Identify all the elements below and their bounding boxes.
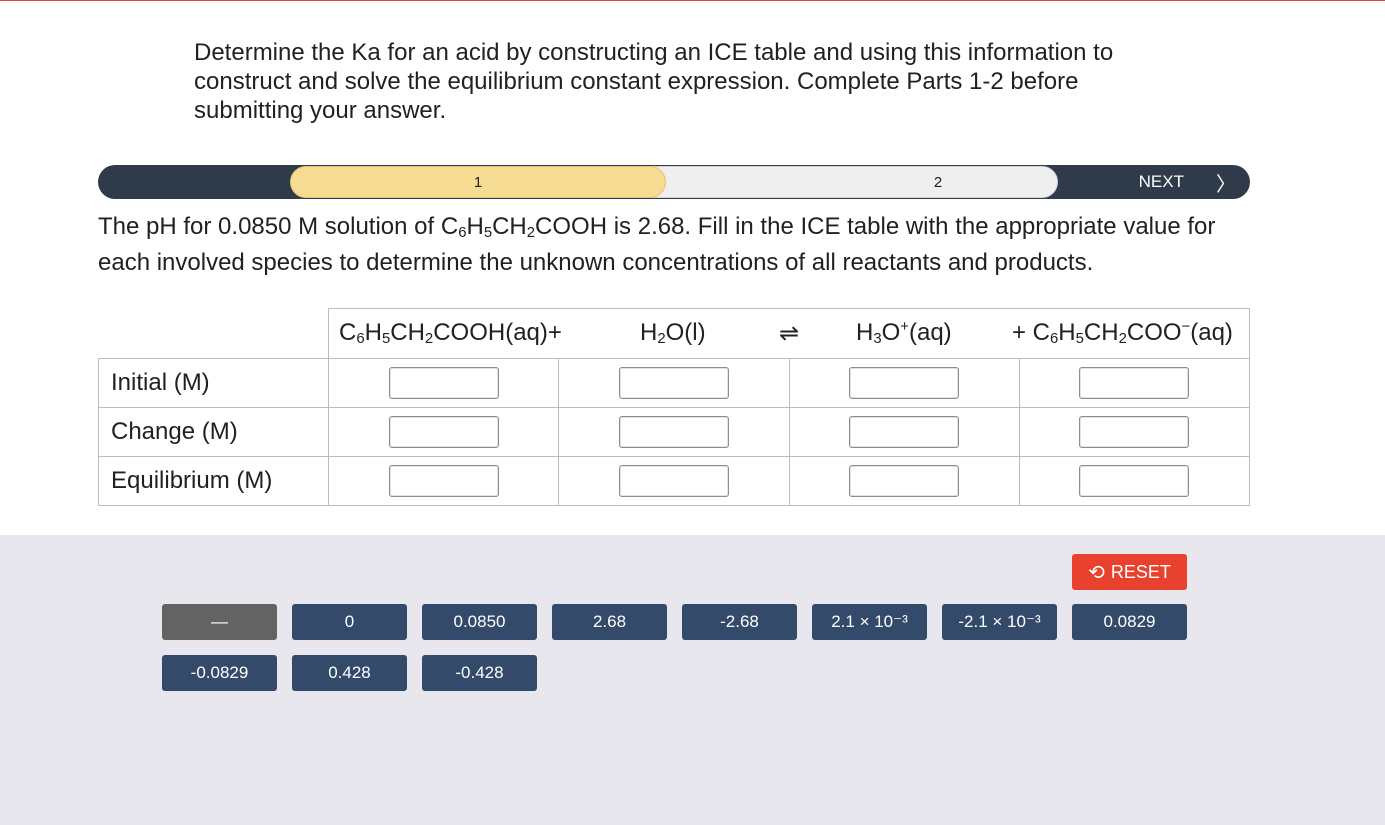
cell (327, 358, 560, 408)
answer-tile[interactable]: -2.1 × 10⁻³ (942, 604, 1057, 640)
question-part: CH (492, 213, 527, 240)
answer-tile[interactable]: 2.68 (552, 604, 667, 640)
next-label: NEXT (1138, 172, 1184, 191)
step-1-tab[interactable]: 1 (290, 166, 666, 198)
cell (327, 407, 560, 457)
ice-table: C6H5CH2COOH(aq)+ H2O(l) ⇌ H3O+(aq) + C6H… (98, 308, 1251, 506)
answer-tile[interactable]: 0.0850 (422, 604, 537, 640)
table-row: Change (M) (98, 407, 1251, 457)
cell (558, 407, 790, 457)
question-part: The pH for 0.0850 M solution of C (98, 213, 459, 240)
answer-tile[interactable]: 0 (292, 604, 407, 640)
reset-label: RESET (1110, 561, 1171, 582)
step-2-tab[interactable]: 2 (628, 166, 1058, 198)
cell (558, 456, 790, 506)
reset-button[interactable]: ⟲ RESET (1072, 554, 1187, 590)
initial-water-input[interactable] (618, 367, 729, 399)
change-hydronium-input[interactable] (849, 416, 960, 448)
species-header: C6H5CH2COOH(aq)+ H2O(l) ⇌ H3O+(aq) + C6H… (328, 308, 1250, 359)
row-label-equilibrium: Equilibrium (M) (98, 456, 329, 506)
step-1-label: 1 (473, 173, 483, 191)
answer-tile[interactable]: -2.68 (682, 604, 797, 640)
step-2-label: 2 (933, 173, 943, 191)
answer-tile[interactable]: 0.0829 (1072, 604, 1187, 640)
cell (327, 456, 560, 506)
change-base-input[interactable] (1079, 416, 1190, 448)
row-label-initial: Initial (M) (98, 358, 329, 408)
chevron-right-icon: 〉 (1216, 173, 1236, 196)
row-label-change: Change (M) (98, 407, 329, 457)
answer-tile[interactable]: — (162, 604, 277, 640)
question-sub: 2 (526, 225, 536, 241)
change-acid-input[interactable] (388, 416, 499, 448)
question-part: H (466, 213, 484, 240)
answer-tile[interactable]: 2.1 × 10⁻³ (812, 604, 927, 640)
cell (788, 358, 1020, 408)
change-water-input[interactable] (618, 416, 729, 448)
cell (1018, 358, 1251, 408)
question-sub: 5 (483, 225, 493, 241)
initial-base-input[interactable] (1079, 367, 1190, 399)
table-row: Initial (M) (98, 358, 1251, 408)
cell (1018, 407, 1251, 457)
intro-text: Determine the Ka for an acid by construc… (194, 39, 1114, 124)
progress-bar: 2 1 NEXT 〉 (98, 165, 1250, 199)
species-acid: C6H5CH2COOH(aq)+ (339, 319, 562, 347)
equilibrium-base-input[interactable] (1079, 465, 1190, 497)
cell (1018, 456, 1251, 506)
initial-acid-input[interactable] (388, 367, 499, 399)
answer-tile[interactable]: -0.428 (422, 655, 537, 691)
next-button[interactable]: NEXT 〉 (1139, 165, 1236, 199)
answer-tile[interactable]: -0.0829 (162, 655, 277, 691)
initial-hydronium-input[interactable] (849, 367, 960, 399)
question-text: The pH for 0.0850 M solution of C6H5CH2C… (98, 212, 1258, 277)
species-hydronium: H3O+(aq) (856, 319, 952, 347)
equilibrium-hydronium-input[interactable] (849, 465, 960, 497)
undo-icon: ⟲ (1088, 561, 1105, 584)
answer-bank: ⟲ RESET — 0 0.0850 2.68 -2.68 2.1 × 10⁻³… (0, 535, 1385, 825)
equilibrium-water-input[interactable] (618, 465, 729, 497)
cell (558, 358, 790, 408)
top-accent-line (0, 0, 1385, 1)
equilibrium-arrow-icon: ⇌ (779, 320, 800, 347)
table-row: Equilibrium (M) (98, 456, 1251, 506)
species-water: H2O(l) (640, 319, 706, 347)
table-corner (98, 308, 329, 359)
cell (788, 407, 1020, 457)
cell (788, 456, 1020, 506)
answer-tile[interactable]: 0.428 (292, 655, 407, 691)
species-conjugate-base: + C6H5CH2COO−(aq) (1012, 319, 1233, 347)
equilibrium-acid-input[interactable] (388, 465, 499, 497)
